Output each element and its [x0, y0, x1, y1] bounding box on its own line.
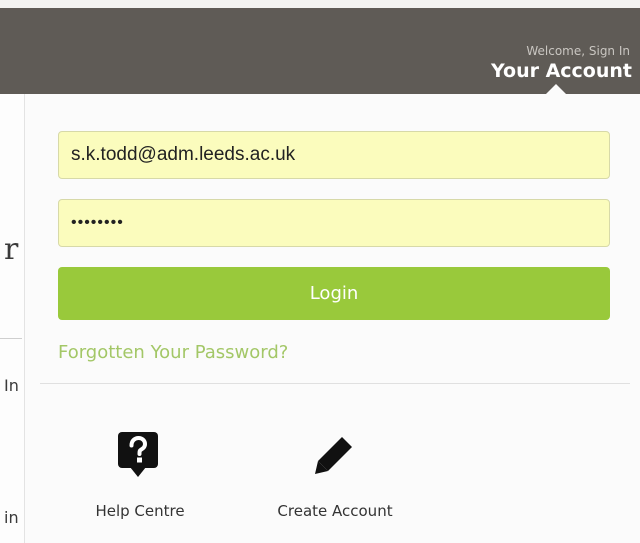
- background-divider: [0, 338, 22, 339]
- login-button[interactable]: Login: [58, 267, 610, 320]
- email-field[interactable]: [58, 131, 610, 179]
- header-bar: Welcome, Sign In Your Account: [0, 8, 640, 94]
- welcome-sign-in-text[interactable]: Welcome, Sign In: [526, 44, 630, 58]
- background-heading-fragment: r: [4, 232, 19, 267]
- background-page-edge: [0, 94, 24, 543]
- create-account-label: Create Account: [277, 502, 393, 520]
- password-field[interactable]: [58, 199, 610, 247]
- help-centre-link[interactable]: Help Centre: [70, 430, 210, 530]
- help-centre-label: Help Centre: [95, 502, 185, 520]
- create-account-link[interactable]: Create Account: [260, 430, 410, 530]
- background-text-fragment-2: in: [4, 508, 19, 527]
- forgot-password-link[interactable]: Forgotten Your Password?: [58, 342, 288, 363]
- your-account-title[interactable]: Your Account: [491, 60, 632, 82]
- dropdown-caret: [546, 84, 566, 94]
- panel-divider: [40, 383, 630, 384]
- background-text-fragment-1: In: [4, 376, 19, 395]
- pencil-icon: [312, 433, 356, 481]
- help-question-icon: [118, 432, 158, 482]
- top-strip: [0, 0, 640, 8]
